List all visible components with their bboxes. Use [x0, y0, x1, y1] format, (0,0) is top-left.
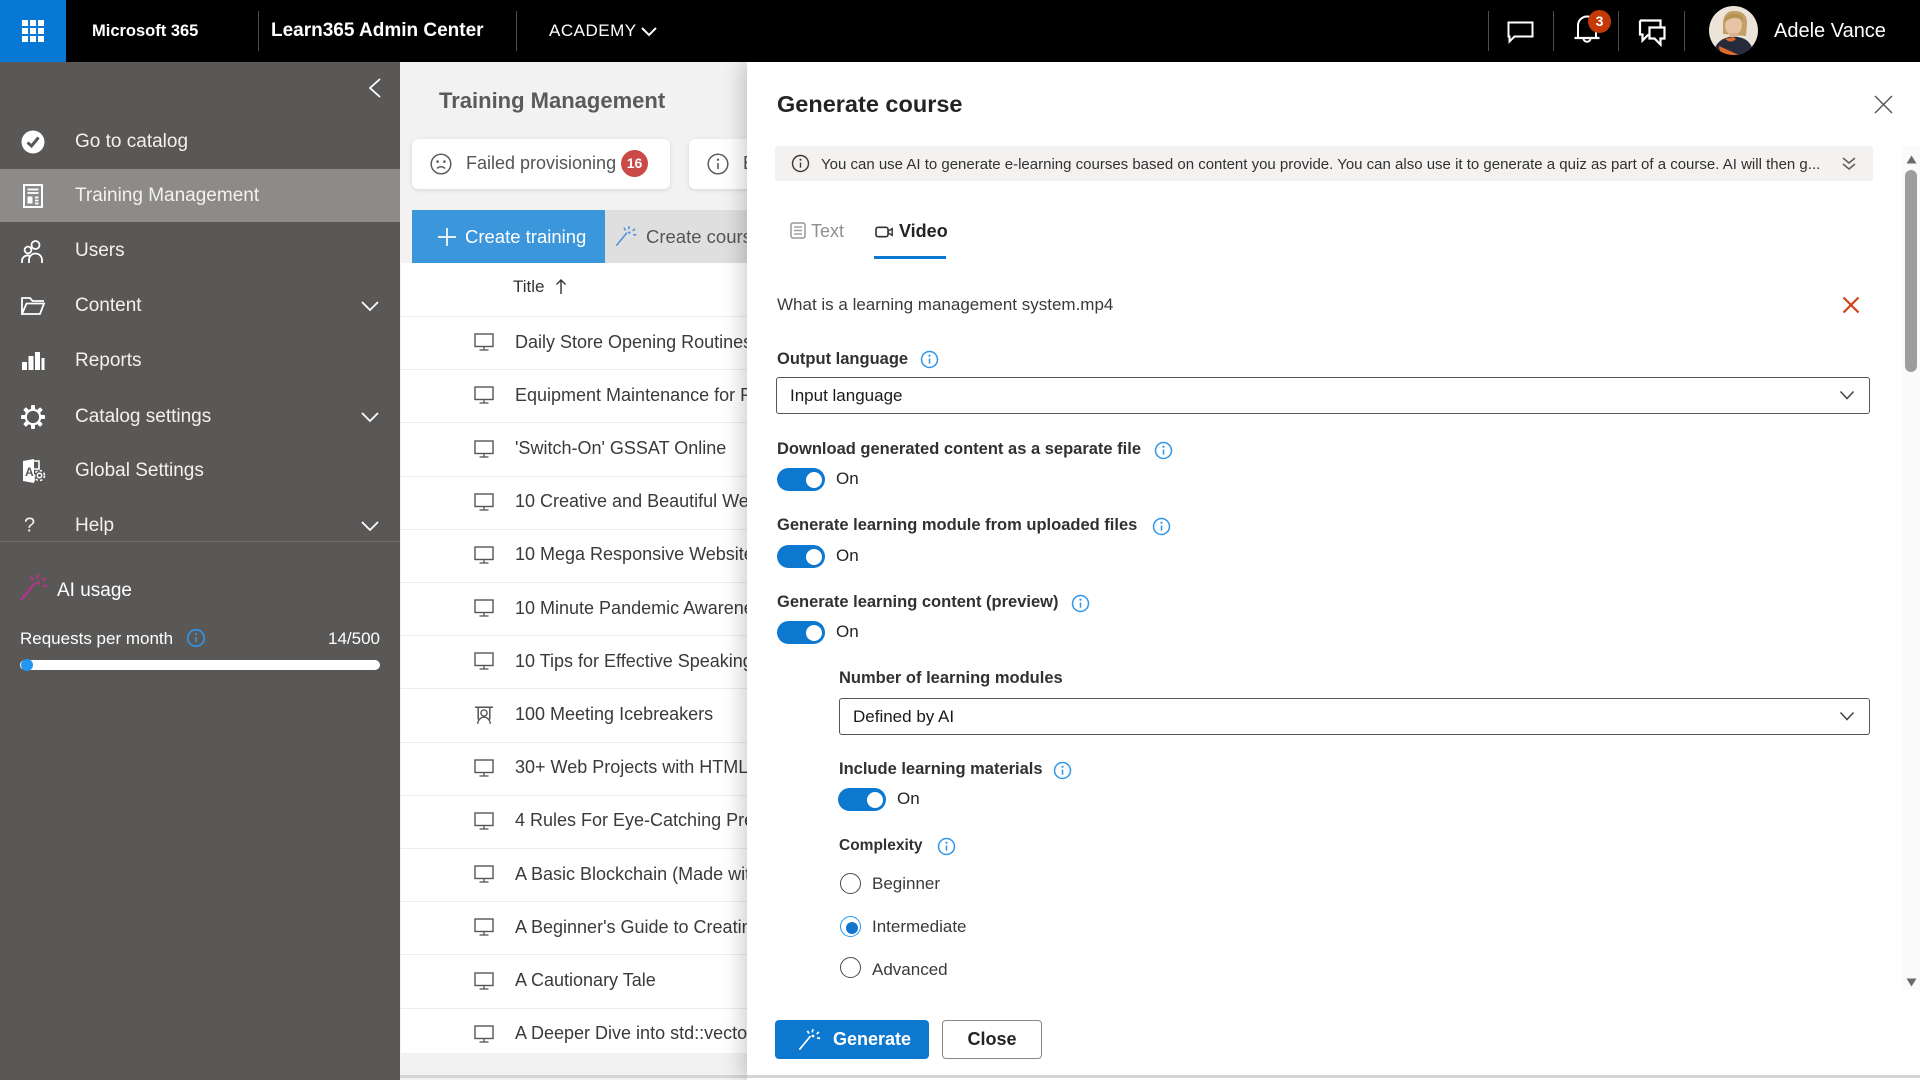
svg-text:A: A — [25, 465, 34, 479]
